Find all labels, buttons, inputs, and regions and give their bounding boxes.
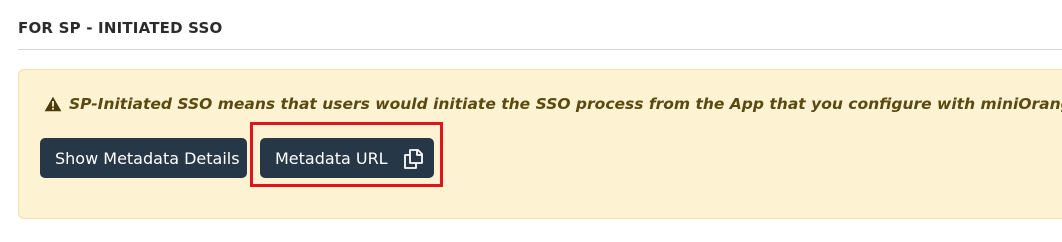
- copy-icon[interactable]: [402, 148, 424, 170]
- section-divider: [18, 49, 1062, 50]
- show-metadata-details-button[interactable]: Show Metadata Details: [40, 138, 247, 178]
- notice-row: SP-Initiated SSO means that users would …: [44, 95, 1062, 113]
- sp-initiated-notice-box: SP-Initiated SSO means that users would …: [18, 69, 1062, 219]
- section-title: FOR SP - INITIATED SSO: [18, 19, 223, 37]
- notice-text: SP-Initiated SSO means that users would …: [69, 95, 1062, 113]
- sso-panel: FOR SP - INITIATED SSO SP-Initiated SSO …: [0, 0, 1062, 242]
- warning-icon: [44, 96, 62, 112]
- metadata-url-label: Metadata URL: [275, 148, 388, 168]
- metadata-url-button[interactable]: Metadata URL: [260, 138, 434, 178]
- show-metadata-details-label: Show Metadata Details: [55, 148, 240, 168]
